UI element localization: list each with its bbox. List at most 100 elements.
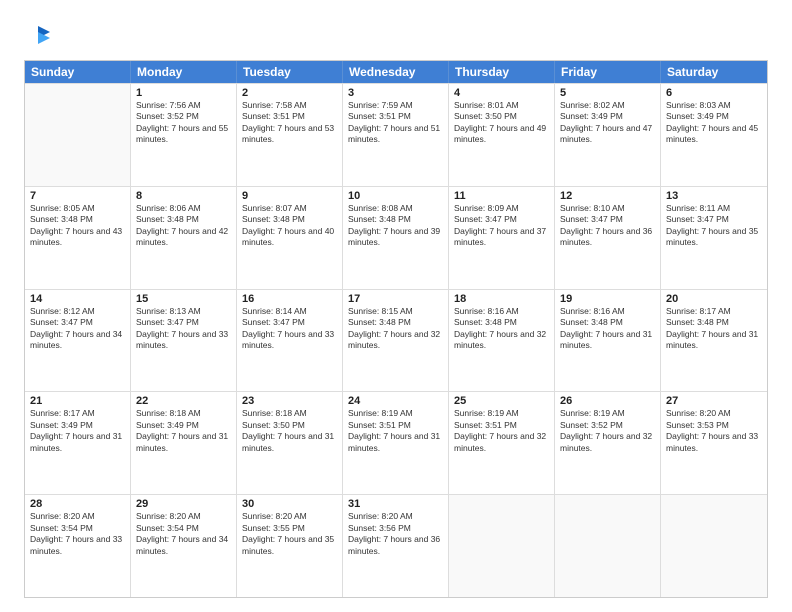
calendar-cell: 19Sunrise: 8:16 AMSunset: 3:48 PMDayligh… [555,290,661,392]
day-number: 19 [560,293,655,305]
day-number: 9 [242,190,337,202]
calendar-cell: 17Sunrise: 8:15 AMSunset: 3:48 PMDayligh… [343,290,449,392]
day-info: Sunrise: 8:07 AMSunset: 3:48 PMDaylight:… [242,203,337,249]
calendar-cell: 20Sunrise: 8:17 AMSunset: 3:48 PMDayligh… [661,290,767,392]
day-info: Sunrise: 8:05 AMSunset: 3:48 PMDaylight:… [30,203,125,249]
day-number: 26 [560,395,655,407]
calendar-cell: 30Sunrise: 8:20 AMSunset: 3:55 PMDayligh… [237,495,343,597]
calendar-cell [25,84,131,186]
calendar-cell: 24Sunrise: 8:19 AMSunset: 3:51 PMDayligh… [343,392,449,494]
day-number: 30 [242,498,337,510]
calendar-week-5: 28Sunrise: 8:20 AMSunset: 3:54 PMDayligh… [25,494,767,597]
calendar-cell: 23Sunrise: 8:18 AMSunset: 3:50 PMDayligh… [237,392,343,494]
day-info: Sunrise: 7:59 AMSunset: 3:51 PMDaylight:… [348,100,443,146]
calendar-cell: 27Sunrise: 8:20 AMSunset: 3:53 PMDayligh… [661,392,767,494]
generalblue-icon [24,22,52,50]
day-info: Sunrise: 8:16 AMSunset: 3:48 PMDaylight:… [560,306,655,352]
calendar-cell [555,495,661,597]
day-info: Sunrise: 8:19 AMSunset: 3:52 PMDaylight:… [560,408,655,454]
calendar-cell [661,495,767,597]
day-number: 13 [666,190,762,202]
calendar-cell: 31Sunrise: 8:20 AMSunset: 3:56 PMDayligh… [343,495,449,597]
cal-header-monday: Monday [131,61,237,83]
calendar-cell: 18Sunrise: 8:16 AMSunset: 3:48 PMDayligh… [449,290,555,392]
calendar-cell: 1Sunrise: 7:56 AMSunset: 3:52 PMDaylight… [131,84,237,186]
day-number: 17 [348,293,443,305]
day-number: 10 [348,190,443,202]
calendar-header-row: SundayMondayTuesdayWednesdayThursdayFrid… [25,61,767,83]
day-number: 31 [348,498,443,510]
day-number: 28 [30,498,125,510]
day-info: Sunrise: 8:01 AMSunset: 3:50 PMDaylight:… [454,100,549,146]
day-info: Sunrise: 8:20 AMSunset: 3:56 PMDaylight:… [348,511,443,557]
calendar-cell: 8Sunrise: 8:06 AMSunset: 3:48 PMDaylight… [131,187,237,289]
cal-header-sunday: Sunday [25,61,131,83]
calendar-cell: 14Sunrise: 8:12 AMSunset: 3:47 PMDayligh… [25,290,131,392]
day-info: Sunrise: 8:09 AMSunset: 3:47 PMDaylight:… [454,203,549,249]
day-info: Sunrise: 8:02 AMSunset: 3:49 PMDaylight:… [560,100,655,146]
calendar-cell: 9Sunrise: 8:07 AMSunset: 3:48 PMDaylight… [237,187,343,289]
day-info: Sunrise: 8:18 AMSunset: 3:50 PMDaylight:… [242,408,337,454]
calendar-week-1: 1Sunrise: 7:56 AMSunset: 3:52 PMDaylight… [25,83,767,186]
cal-header-friday: Friday [555,61,661,83]
day-number: 16 [242,293,337,305]
calendar-cell: 12Sunrise: 8:10 AMSunset: 3:47 PMDayligh… [555,187,661,289]
calendar-cell: 4Sunrise: 8:01 AMSunset: 3:50 PMDaylight… [449,84,555,186]
calendar-cell: 26Sunrise: 8:19 AMSunset: 3:52 PMDayligh… [555,392,661,494]
day-number: 8 [136,190,231,202]
page: SundayMondayTuesdayWednesdayThursdayFrid… [0,0,792,612]
calendar-cell: 25Sunrise: 8:19 AMSunset: 3:51 PMDayligh… [449,392,555,494]
day-info: Sunrise: 8:06 AMSunset: 3:48 PMDaylight:… [136,203,231,249]
day-info: Sunrise: 8:20 AMSunset: 3:54 PMDaylight:… [136,511,231,557]
day-info: Sunrise: 8:20 AMSunset: 3:55 PMDaylight:… [242,511,337,557]
day-number: 20 [666,293,762,305]
calendar-cell: 28Sunrise: 8:20 AMSunset: 3:54 PMDayligh… [25,495,131,597]
calendar-cell: 29Sunrise: 8:20 AMSunset: 3:54 PMDayligh… [131,495,237,597]
day-number: 24 [348,395,443,407]
day-info: Sunrise: 8:19 AMSunset: 3:51 PMDaylight:… [348,408,443,454]
calendar-cell [449,495,555,597]
day-number: 2 [242,87,337,99]
day-number: 18 [454,293,549,305]
day-number: 12 [560,190,655,202]
calendar-cell: 6Sunrise: 8:03 AMSunset: 3:49 PMDaylight… [661,84,767,186]
day-info: Sunrise: 8:18 AMSunset: 3:49 PMDaylight:… [136,408,231,454]
calendar-cell: 16Sunrise: 8:14 AMSunset: 3:47 PMDayligh… [237,290,343,392]
calendar-cell: 10Sunrise: 8:08 AMSunset: 3:48 PMDayligh… [343,187,449,289]
calendar-cell: 5Sunrise: 8:02 AMSunset: 3:49 PMDaylight… [555,84,661,186]
day-info: Sunrise: 7:58 AMSunset: 3:51 PMDaylight:… [242,100,337,146]
day-number: 1 [136,87,231,99]
calendar-cell: 13Sunrise: 8:11 AMSunset: 3:47 PMDayligh… [661,187,767,289]
day-number: 15 [136,293,231,305]
day-info: Sunrise: 7:56 AMSunset: 3:52 PMDaylight:… [136,100,231,146]
day-number: 6 [666,87,762,99]
day-number: 3 [348,87,443,99]
logo [24,22,56,50]
day-number: 7 [30,190,125,202]
cal-header-tuesday: Tuesday [237,61,343,83]
calendar-cell: 15Sunrise: 8:13 AMSunset: 3:47 PMDayligh… [131,290,237,392]
day-info: Sunrise: 8:17 AMSunset: 3:48 PMDaylight:… [666,306,762,352]
day-info: Sunrise: 8:03 AMSunset: 3:49 PMDaylight:… [666,100,762,146]
day-number: 21 [30,395,125,407]
day-number: 11 [454,190,549,202]
calendar-cell: 21Sunrise: 8:17 AMSunset: 3:49 PMDayligh… [25,392,131,494]
cal-header-wednesday: Wednesday [343,61,449,83]
calendar-cell: 2Sunrise: 7:58 AMSunset: 3:51 PMDaylight… [237,84,343,186]
day-number: 29 [136,498,231,510]
day-number: 14 [30,293,125,305]
day-info: Sunrise: 8:20 AMSunset: 3:53 PMDaylight:… [666,408,762,454]
day-number: 4 [454,87,549,99]
day-number: 22 [136,395,231,407]
day-info: Sunrise: 8:15 AMSunset: 3:48 PMDaylight:… [348,306,443,352]
day-info: Sunrise: 8:16 AMSunset: 3:48 PMDaylight:… [454,306,549,352]
day-info: Sunrise: 8:11 AMSunset: 3:47 PMDaylight:… [666,203,762,249]
day-info: Sunrise: 8:20 AMSunset: 3:54 PMDaylight:… [30,511,125,557]
cal-header-thursday: Thursday [449,61,555,83]
day-info: Sunrise: 8:14 AMSunset: 3:47 PMDaylight:… [242,306,337,352]
calendar-cell: 22Sunrise: 8:18 AMSunset: 3:49 PMDayligh… [131,392,237,494]
day-info: Sunrise: 8:08 AMSunset: 3:48 PMDaylight:… [348,203,443,249]
cal-header-saturday: Saturday [661,61,767,83]
header [24,18,768,50]
day-number: 23 [242,395,337,407]
